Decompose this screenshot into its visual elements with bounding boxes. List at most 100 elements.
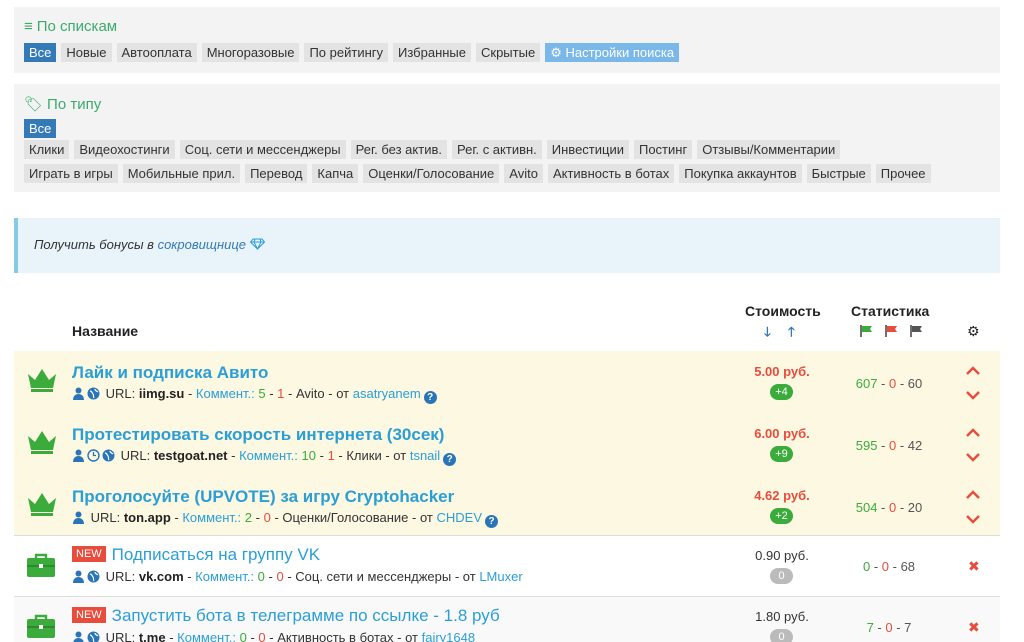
list-filter-rating[interactable]: По рейтингу bbox=[304, 43, 388, 62]
type-filter-r2-0[interactable]: Играть в игры bbox=[24, 164, 118, 183]
type-filter-r2-7[interactable]: Покупка аккаунтов bbox=[679, 164, 802, 183]
task-title-link[interactable]: NEW Подписаться на группу VK bbox=[72, 545, 320, 565]
list-icon: ≡ bbox=[24, 18, 33, 35]
type-filter-r2-8[interactable]: Быстрые bbox=[806, 164, 871, 183]
user-icon bbox=[72, 631, 85, 642]
sort-down-icon[interactable]: 🡓 bbox=[764, 323, 771, 345]
type-filter-r2-5[interactable]: Avito bbox=[504, 164, 543, 183]
task-category: Avito bbox=[295, 386, 325, 401]
move-up-icon[interactable] bbox=[966, 488, 980, 499]
author-link[interactable]: asatryanem bbox=[353, 386, 421, 401]
stats-bad: 0 bbox=[885, 620, 893, 635]
list-filter-reusable[interactable]: Многоразовые bbox=[201, 43, 300, 62]
task-meta: URL: iimg.su - Коммент.: 5 - 1 - Avito -… bbox=[72, 386, 437, 404]
type-filter-r1-5[interactable]: Инвестиции bbox=[546, 140, 629, 159]
question-icon[interactable]: ? bbox=[443, 453, 457, 466]
author-link[interactable]: CHDEV bbox=[436, 510, 482, 525]
task-url: t.me bbox=[138, 630, 166, 642]
stats-other: 7 bbox=[904, 620, 912, 635]
task-stats: 0 - 0 - 68 bbox=[862, 559, 916, 574]
list-filter-all[interactable]: Все bbox=[24, 43, 57, 62]
type-filter-r2-6[interactable]: Активность в ботах bbox=[547, 164, 675, 183]
stats-bad: 0 bbox=[881, 559, 889, 574]
task-category: Клики bbox=[346, 448, 382, 463]
task-price: 0.90 руб. bbox=[755, 548, 809, 563]
author-link[interactable]: LMuxer bbox=[479, 569, 522, 584]
list-filter-autopay[interactable]: Автооплата bbox=[116, 43, 197, 62]
type-filter-r2-2[interactable]: Перевод bbox=[245, 164, 308, 183]
user-icon bbox=[72, 449, 85, 462]
user-icon bbox=[72, 387, 85, 400]
type-chip-row-2: Играть в игры Мобильные прил. Перевод Капча… bbox=[24, 164, 931, 183]
type-filter-r2-3[interactable]: Капча bbox=[312, 164, 359, 183]
clock-icon bbox=[87, 449, 100, 462]
list-filter-new[interactable]: Новые bbox=[61, 43, 112, 62]
task-stats: 595 - 0 - 42 bbox=[855, 438, 923, 453]
sort-up-icon[interactable]: 🡑 bbox=[788, 323, 795, 345]
type-filter-r1-3[interactable]: Рег. без актив. bbox=[350, 140, 447, 159]
type-filter-r2-4[interactable]: Оценки/Голосование bbox=[363, 164, 500, 183]
comments-bad-count: 1 bbox=[277, 386, 285, 401]
globe-icon bbox=[87, 570, 100, 583]
move-up-icon[interactable] bbox=[966, 426, 980, 437]
column-settings-gears-icon[interactable]: ⚙ bbox=[967, 323, 980, 340]
type-filter-r2-1[interactable]: Мобильные прил. bbox=[122, 164, 241, 183]
move-down-icon[interactable] bbox=[966, 450, 980, 462]
search-settings-button[interactable]: ⚙ Настройки поиска bbox=[545, 43, 680, 62]
task-title-link[interactable]: Лайк и подписка Авито bbox=[72, 363, 268, 383]
stats-ok: 504 bbox=[855, 500, 878, 515]
stats-other: 20 bbox=[907, 500, 923, 515]
diamond-icon bbox=[249, 238, 265, 251]
author-link[interactable]: tsnail bbox=[410, 448, 440, 463]
stats-ok: 607 bbox=[855, 376, 878, 391]
lists-chip-row: Все Новые Автооплата Многоразовые По рей… bbox=[24, 43, 680, 62]
stats-bad: 0 bbox=[889, 376, 897, 391]
type-filter-all[interactable]: Все bbox=[24, 119, 57, 138]
question-icon[interactable]: ? bbox=[423, 391, 437, 404]
user-icon bbox=[72, 511, 85, 524]
treasury-link[interactable]: сокровищнице bbox=[158, 237, 246, 252]
type-filter-r1-7[interactable]: Отзывы/Комментарии bbox=[697, 140, 841, 159]
stats-other: 68 bbox=[900, 559, 916, 574]
task-meta: URL: ton.app - Коммент.: 2 - 0 - Оценки/… bbox=[72, 510, 498, 528]
task-title-link[interactable]: NEW Запустить бота в телеграмме по ссылке… bbox=[72, 606, 500, 626]
comments-good-count: 0 bbox=[257, 569, 265, 584]
type-filter-r2-9[interactable]: Прочее bbox=[875, 164, 931, 183]
move-down-icon[interactable] bbox=[966, 388, 980, 400]
from-label: от bbox=[336, 386, 350, 401]
briefcase-icon bbox=[26, 613, 56, 642]
stats-bad: 0 bbox=[889, 438, 897, 453]
type-chip-row-1: Клики Видеохостинги Соц. сети и мессенджер… bbox=[24, 140, 841, 159]
globe-icon bbox=[87, 387, 100, 400]
type-filter-r1-4[interactable]: Рег. с активн. bbox=[451, 140, 542, 159]
stats-other: 42 bbox=[907, 438, 923, 453]
list-filter-hidden[interactable]: Скрытые bbox=[476, 43, 541, 62]
list-filter-favorites[interactable]: Избранные bbox=[393, 43, 471, 62]
comments-link[interactable]: Коммент.: bbox=[195, 569, 254, 584]
comments-link[interactable]: Коммент.: bbox=[239, 448, 298, 463]
move-down-icon[interactable] bbox=[966, 512, 980, 524]
from-label: от bbox=[393, 448, 407, 463]
hide-task-icon[interactable]: ✖ bbox=[968, 558, 980, 575]
type-filter-r1-6[interactable]: Постинг bbox=[633, 140, 693, 159]
type-filter-r1-2[interactable]: Соц. сети и мессенджеры bbox=[179, 140, 346, 159]
comments-link[interactable]: Коммент.: bbox=[196, 386, 255, 401]
stats-ok: 0 bbox=[862, 559, 871, 574]
type-filter-r1-0[interactable]: Клики bbox=[24, 140, 70, 159]
author-link[interactable]: fairy1648 bbox=[422, 630, 475, 642]
bonus-badge: +2 bbox=[770, 508, 793, 524]
comments-bad-count: 0 bbox=[263, 510, 271, 525]
column-title-name: Название bbox=[72, 323, 139, 339]
type-filter-r1-1[interactable]: Видеохостинги bbox=[74, 140, 175, 159]
move-up-icon[interactable] bbox=[966, 364, 980, 375]
task-title-link[interactable]: Протестировать скорость интернета (30сек… bbox=[72, 425, 444, 445]
comments-bad-count: 0 bbox=[258, 630, 266, 642]
comments-link[interactable]: Коммент.: bbox=[182, 510, 241, 525]
hide-task-icon[interactable]: ✖ bbox=[968, 619, 980, 636]
question-icon[interactable]: ? bbox=[485, 515, 498, 528]
task-meta: URL: vk.com - Коммент.: 0 - 0 - Соц. сет… bbox=[72, 569, 523, 584]
comments-link[interactable]: Коммент.: bbox=[177, 630, 236, 642]
task-title-link[interactable]: Проголосуйте (UPVOTE) за игру Cryptohack… bbox=[72, 487, 454, 507]
task-row: NEW Подписаться на группу VK URL: vk.com … bbox=[14, 535, 1000, 596]
task-stats: 7 - 0 - 7 bbox=[866, 620, 912, 635]
